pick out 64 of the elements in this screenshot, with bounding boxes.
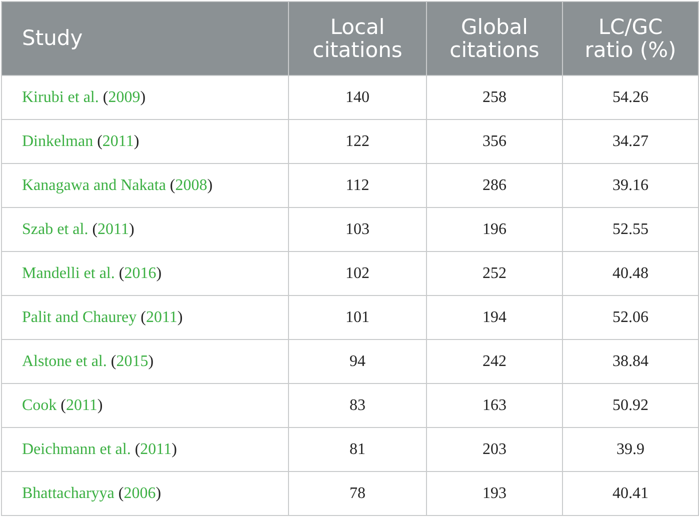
table-cell: 101: [288, 296, 426, 340]
table-cell: 102: [288, 252, 426, 296]
table-cell: 193: [426, 472, 562, 516]
study-cell: Palit and Chaurey (2011): [2, 296, 288, 340]
column-header: Study: [2, 2, 288, 76]
study-cell: Alstone et al. (2015): [2, 340, 288, 384]
citation-link[interactable]: Alstone et al.: [22, 352, 107, 370]
table-cell: 356: [426, 120, 562, 164]
citation-link[interactable]: 2011: [98, 220, 129, 238]
citation-link[interactable]: 2006: [124, 484, 156, 502]
table-cell: 196: [426, 208, 562, 252]
study-cell: Kirubi et al. (2009): [2, 76, 288, 120]
study-cell: Dinkelman (2011): [2, 120, 288, 164]
table-cell: 39.9: [562, 428, 698, 472]
citation-link[interactable]: 2015: [116, 352, 148, 370]
table-cell: 40.41: [562, 472, 698, 516]
citation-link[interactable]: Deichmann et al.: [22, 440, 131, 458]
citation-link[interactable]: Szab et al.: [22, 220, 88, 238]
citation-link[interactable]: Kanagawa and Nakata: [22, 176, 166, 194]
citation-link[interactable]: 2011: [146, 308, 178, 326]
citation-link[interactable]: 2011: [140, 440, 172, 458]
study-cell: Kanagawa and Nakata (2008): [2, 164, 288, 208]
table-cell: 258: [426, 76, 562, 120]
study-cell: Mandelli et al. (2016): [2, 252, 288, 296]
table-cell: 81: [288, 428, 426, 472]
study-cell: Szab et al. (2011): [2, 208, 288, 252]
study-cell: Cook (2011): [2, 384, 288, 428]
citation-link[interactable]: 2011: [66, 396, 98, 414]
citation-link[interactable]: 2016: [124, 264, 156, 282]
column-header: Global citations: [426, 2, 562, 76]
table-cell: 78: [288, 472, 426, 516]
table-cell: 34.27: [562, 120, 698, 164]
citation-link[interactable]: 2009: [108, 88, 140, 106]
study-cell: Bhattacharyya (2006): [2, 472, 288, 516]
table-cell: 83: [288, 384, 426, 428]
citation-link[interactable]: Bhattacharyya: [22, 484, 114, 502]
citation-link[interactable]: Palit and Chaurey: [22, 308, 137, 326]
study-cell: Deichmann et al. (2011): [2, 428, 288, 472]
citation-link[interactable]: Kirubi et al.: [22, 88, 99, 106]
table-cell: 140: [288, 76, 426, 120]
citation-link[interactable]: Dinkelman: [22, 132, 94, 150]
table-cell: 38.84: [562, 340, 698, 384]
table-cell: 203: [426, 428, 562, 472]
table-cell: 94: [288, 340, 426, 384]
table-cell: 54.26: [562, 76, 698, 120]
table-cell: 39.16: [562, 164, 698, 208]
table-cell: 163: [426, 384, 562, 428]
table-cell: 103: [288, 208, 426, 252]
column-header: Local citations: [288, 2, 426, 76]
table-cell: 52.06: [562, 296, 698, 340]
column-header: LC/GC ratio (%): [562, 2, 698, 76]
citation-link[interactable]: 2008: [175, 176, 208, 194]
table-cell: 40.48: [562, 252, 698, 296]
table-cell: 52.55: [562, 208, 698, 252]
citation-link[interactable]: Mandelli et al.: [22, 264, 115, 282]
table-cell: 252: [426, 252, 562, 296]
table-cell: 194: [426, 296, 562, 340]
table-cell: 286: [426, 164, 562, 208]
citation-link[interactable]: Cook: [22, 396, 57, 414]
table-cell: 122: [288, 120, 426, 164]
table-cell: 242: [426, 340, 562, 384]
table-cell: 50.92: [562, 384, 698, 428]
citation-link[interactable]: 2011: [102, 132, 134, 150]
table-cell: 112: [288, 164, 426, 208]
